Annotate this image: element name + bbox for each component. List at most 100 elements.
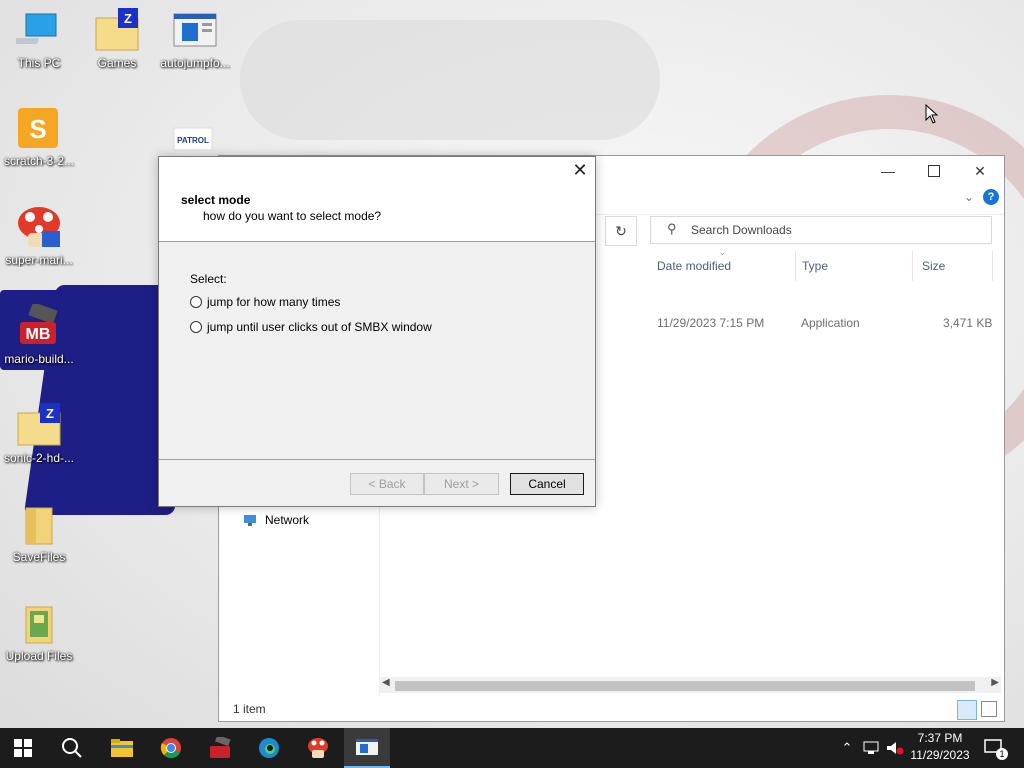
clock-time: 7:37 PM — [917, 731, 963, 745]
desktop-icon-label: This PC — [17, 56, 61, 70]
nav-item-label: Network — [265, 513, 310, 527]
application-icon — [356, 739, 378, 755]
taskbar-chrome[interactable] — [148, 728, 194, 768]
edge-icon — [259, 738, 279, 758]
sort-indicator-icon: ⌄ — [719, 248, 726, 257]
chevron-down-icon[interactable]: ⌄ — [964, 190, 974, 204]
desktop-icon-super-mario[interactable]: super-mari... — [1, 205, 77, 267]
desktop-icon-games[interactable]: Z Games — [79, 8, 155, 70]
folder-icon — [16, 601, 62, 647]
close-button[interactable]: ✕ — [957, 156, 1003, 186]
maximize-button[interactable] — [911, 156, 957, 186]
taskbar: ⌃ 7:37 PM 11/29/2023 1 — [0, 728, 1024, 768]
close-icon: ✕ — [974, 162, 986, 179]
wallpaper-shape — [240, 20, 660, 140]
search-input[interactable]: ⚲ Search Downloads — [650, 216, 992, 244]
nav-item-network[interactable]: Network — [243, 513, 309, 527]
desktop-icon-label: scratch-3-2... — [3, 154, 75, 168]
desktop-icon-label: super-mari... — [5, 253, 73, 267]
taskbar-mario-builder[interactable] — [197, 728, 243, 768]
windows-logo-icon — [14, 739, 32, 757]
select-mode-dialog: ✕ select mode how do you want to select … — [158, 156, 596, 507]
folder-icon — [111, 739, 133, 757]
search-placeholder: Search Downloads — [691, 223, 792, 237]
desktop-icon-label: Games — [97, 56, 137, 70]
taskbar-edge[interactable] — [246, 728, 292, 768]
radio-label[interactable]: jump until user clicks out of SMBX windo… — [207, 320, 432, 334]
radio-label[interactable]: jump for how many times — [207, 295, 340, 309]
network-status-button[interactable] — [860, 728, 882, 768]
scrollbar-thumb[interactable] — [395, 681, 975, 691]
back-button[interactable]: < Back — [350, 473, 424, 495]
dialog-separator — [159, 459, 595, 460]
search-button[interactable] — [49, 728, 95, 768]
monitor-icon — [10, 8, 62, 54]
radio-jump-until-click[interactable]: jump until user clicks out of SMBX windo… — [190, 320, 432, 334]
column-header-type[interactable]: Type — [796, 251, 913, 281]
taskbar-autojump[interactable] — [344, 728, 390, 768]
help-icon[interactable]: ? — [983, 189, 999, 205]
refresh-icon: ↻ — [615, 222, 627, 239]
mushroom-icon — [16, 205, 62, 251]
row-date[interactable]: 11/29/2023 7:15 PM — [657, 316, 764, 330]
dialog-header: select mode how do you want to select mo… — [159, 183, 595, 242]
taskbar-clock[interactable]: 7:37 PM 11/29/2023 — [902, 730, 978, 764]
desktop-icon-upload-files[interactable]: Upload Files — [1, 601, 77, 663]
next-button[interactable]: Next > — [424, 473, 499, 495]
dialog-titlebar[interactable]: ✕ — [159, 157, 595, 183]
chevron-up-icon: ⌃ — [841, 740, 853, 755]
patrol-logo-text: PATROL — [177, 136, 209, 145]
desktop-icon-label: autojumpfo... — [160, 56, 230, 70]
search-icon: ⚲ — [667, 221, 677, 236]
chrome-icon — [160, 738, 181, 759]
status-bar: 1 item — [219, 697, 1004, 721]
close-icon: ✕ — [572, 159, 588, 180]
large-icons-view-icon[interactable] — [981, 701, 997, 717]
desktop-icon-label: mario-build... — [4, 352, 74, 366]
column-header-size[interactable]: Size — [916, 251, 993, 281]
minimize-button[interactable]: — — [865, 156, 911, 186]
desktop-icon-patrol[interactable]: PATROL — [155, 126, 231, 154]
show-hidden-icons-button[interactable]: ⌃ — [838, 728, 856, 768]
hammer-icon — [210, 737, 231, 758]
desktop-icon-label: SaveFiles — [12, 550, 66, 564]
search-icon — [62, 738, 82, 758]
desktop-icon-label: Upload Files — [5, 649, 73, 663]
zip-folder-icon: Z — [94, 8, 140, 54]
details-view-icon[interactable] — [957, 700, 977, 720]
maximize-icon — [928, 165, 940, 177]
desktop-icon-scratch[interactable]: S scratch-3-2... — [1, 106, 77, 168]
hammer-icon: MB — [16, 301, 62, 350]
dialog-subheading: how do you want to select mode? — [203, 209, 382, 223]
desktop-icon-savefiles[interactable]: SaveFiles — [1, 502, 77, 564]
network-icon — [863, 741, 879, 754]
application-icon — [172, 8, 218, 54]
horizontal-scrollbar[interactable]: ◀ ▶ — [379, 677, 1001, 693]
radio-circle-icon[interactable] — [190, 321, 202, 333]
scratch-icon: S — [16, 106, 62, 152]
item-count: 1 item — [233, 702, 266, 716]
desktop-icon-autojump[interactable]: autojumpfo... — [157, 8, 233, 70]
radio-circle-icon[interactable] — [190, 296, 202, 308]
taskbar-super-mario[interactable] — [295, 728, 341, 768]
scroll-left-icon[interactable]: ◀ — [382, 677, 390, 688]
radio-jump-count[interactable]: jump for how many times — [190, 295, 340, 309]
start-button[interactable] — [0, 728, 46, 768]
minimize-icon: — — [881, 163, 895, 179]
row-size[interactable]: 3,471 KB — [943, 316, 992, 330]
notification-center-button[interactable]: 1 — [980, 728, 1008, 768]
scroll-right-icon[interactable]: ▶ — [991, 677, 999, 688]
clock-date: 11/29/2023 — [910, 748, 970, 762]
folder-icon — [16, 502, 62, 548]
row-type[interactable]: Application — [801, 316, 860, 330]
desktop-icon-sonic[interactable]: Z sonic-2-hd-... — [1, 403, 77, 465]
desktop-icon-this-pc[interactable]: This PC — [1, 8, 77, 70]
dialog-close-button[interactable]: ✕ — [565, 157, 595, 183]
refresh-button[interactable]: ↻ — [605, 216, 637, 246]
svg-text:MB: MB — [26, 326, 51, 343]
desktop-icon-mario-builder[interactable]: MB mario-build... — [1, 301, 77, 366]
cancel-button[interactable]: Cancel — [510, 473, 584, 495]
mushroom-icon — [308, 738, 328, 758]
zip-folder-icon: Z — [16, 403, 62, 449]
taskbar-file-explorer[interactable] — [99, 728, 145, 768]
